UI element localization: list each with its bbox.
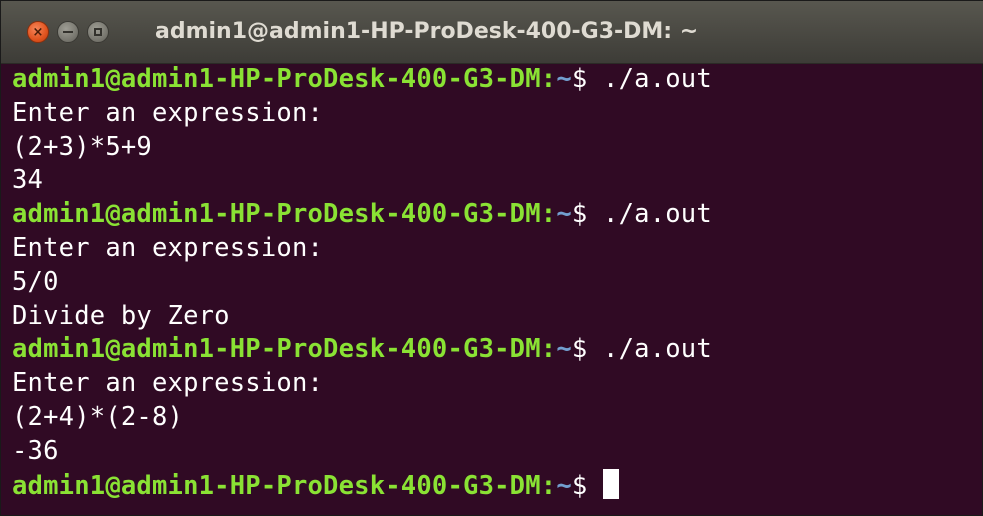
terminal-output[interactable]: admin1@admin1-HP-ProDesk-400-G3-DM:~$ ./… [12, 63, 972, 503]
prompt-user-host: admin1@admin1-HP-ProDesk-400-G3-DM [12, 64, 541, 94]
prompt-user-host: admin1@admin1-HP-ProDesk-400-G3-DM [12, 470, 541, 501]
prompt-line: admin1@admin1-HP-ProDesk-400-G3-DM:~$ [12, 468, 972, 503]
text-cursor [603, 468, 620, 499]
output-line: Enter an expression: [12, 232, 324, 263]
minimize-icon [63, 31, 73, 33]
prompt-path: ~ [556, 470, 572, 501]
output-line: (2+3)*5+9 [12, 131, 152, 162]
prompt-path: ~ [556, 64, 572, 94]
command-text: ./a.out [603, 199, 712, 230]
prompt-symbol: $ [571, 334, 588, 365]
minimize-button[interactable] [57, 21, 79, 43]
prompt-line: admin1@admin1-HP-ProDesk-400-G3-DM:~$ ./… [12, 63, 972, 97]
output-line: Divide by Zero [12, 300, 230, 331]
output-line: 34 [12, 165, 44, 196]
maximize-icon [94, 28, 102, 36]
prompt-separator: : [540, 470, 557, 501]
prompt-path: ~ [556, 199, 572, 230]
prompt-separator: : [540, 334, 557, 365]
prompt-line: admin1@admin1-HP-ProDesk-400-G3-DM:~$ ./… [12, 198, 972, 232]
command-text: ./a.out [603, 334, 712, 365]
output-line: -36 [12, 435, 59, 466]
title-bar[interactable]: × admin1@admin1-HP-ProDesk-400-G3-DM: ~ [1, 1, 983, 64]
prompt-symbol: $ [571, 64, 588, 94]
prompt-path: ~ [556, 334, 572, 365]
output-line: 5/0 [12, 266, 59, 297]
output-line: Enter an expression: [12, 97, 324, 128]
prompt-separator: : [540, 199, 557, 230]
close-button[interactable]: × [27, 21, 49, 43]
prompt-symbol: $ [571, 470, 588, 501]
terminal-window: × admin1@admin1-HP-ProDesk-400-G3-DM: ~ … [0, 0, 983, 516]
prompt-user-host: admin1@admin1-HP-ProDesk-400-G3-DM [12, 199, 541, 230]
prompt-user-host: admin1@admin1-HP-ProDesk-400-G3-DM [12, 334, 541, 365]
output-line: Enter an expression: [12, 368, 324, 399]
output-line: (2+4)*(2-8) [12, 401, 184, 432]
prompt-separator: : [540, 64, 557, 94]
maximize-button[interactable] [87, 21, 109, 43]
close-icon: × [32, 24, 44, 40]
command-text: ./a.out [603, 64, 712, 94]
prompt-symbol: $ [571, 199, 588, 230]
prompt-line: admin1@admin1-HP-ProDesk-400-G3-DM:~$ ./… [12, 333, 972, 367]
window-title: admin1@admin1-HP-ProDesk-400-G3-DM: ~ [155, 19, 699, 44]
